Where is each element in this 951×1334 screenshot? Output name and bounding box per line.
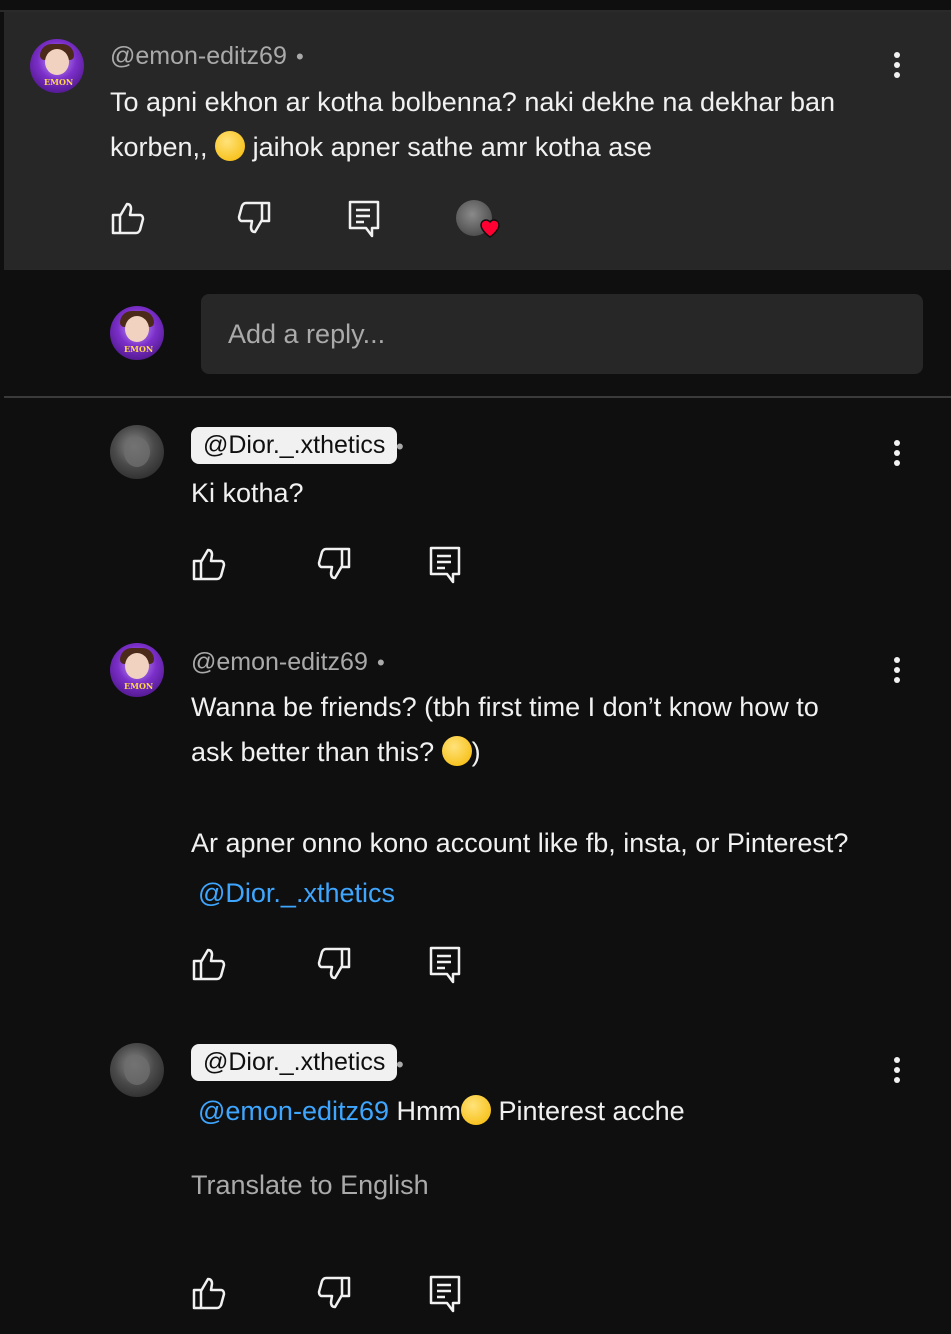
thumbs-up-icon[interactable] (189, 1273, 229, 1313)
comment-text-b: Pinterest acche (491, 1096, 685, 1126)
comment-author-chip[interactable]: @Dior._.xthetics (191, 427, 398, 464)
author-separator: • (396, 1052, 404, 1077)
reply-field[interactable] (201, 294, 923, 374)
avatar-tag: EMON (124, 344, 154, 354)
reply-icon[interactable] (344, 198, 384, 238)
reply-icon[interactable] (425, 544, 465, 584)
comment-text: Ki kotha? (191, 478, 304, 508)
comment-text-line1: Wanna be friends? (tbh first time I don’… (191, 692, 819, 722)
smile-emoji-icon (441, 736, 472, 766)
reply-input[interactable] (201, 294, 923, 374)
translate-link[interactable]: Translate to English (191, 1170, 429, 1201)
comment-text-line1: To apni ekhon ar kotha bolbenna? naki de… (110, 87, 836, 117)
heart-icon (480, 219, 500, 238)
reply-icon[interactable] (425, 944, 465, 984)
top-divider (0, 0, 951, 12)
author-separator: • (396, 434, 404, 459)
comment-text-a: ask better than this? (191, 737, 442, 767)
author-separator: • (377, 650, 385, 675)
comment-text-line2: ask better than this? ) (191, 729, 481, 775)
thumbs-down-icon[interactable] (314, 944, 354, 984)
avatar-tag: EMON (124, 681, 154, 691)
more-vert-icon[interactable] (892, 657, 902, 687)
author-separator: • (296, 44, 304, 69)
comment-text-a: korben,, (110, 132, 208, 162)
reply-icon[interactable] (425, 1273, 465, 1313)
comment-author[interactable]: @emon-editz69 (110, 42, 287, 71)
crying-smile-emoji-icon (215, 131, 246, 161)
more-vert-icon[interactable] (892, 440, 902, 470)
comment-text-a: Hmm (389, 1096, 461, 1126)
thumbs-down-icon[interactable] (314, 544, 354, 584)
mention-link[interactable]: @Dior._.xthetics (198, 870, 395, 916)
thumbs-down-icon[interactable] (314, 1273, 354, 1313)
thumbs-down-icon[interactable] (234, 198, 274, 238)
my-avatar: EMON (110, 306, 164, 360)
comment-text-line2: korben,, jaihok apner sathe amr kotha as… (110, 124, 652, 170)
comment-text-b: ) (471, 737, 481, 767)
comment-text: @emon-editz69 Hmm Pinterest acche (198, 1088, 685, 1134)
mention-link[interactable]: @emon-editz69 (198, 1096, 389, 1126)
thumbs-up-icon[interactable] (108, 198, 148, 238)
teary-emoji-icon (461, 1095, 491, 1125)
comment-author[interactable]: @emon-editz69 (191, 648, 368, 677)
avatar[interactable] (110, 1043, 164, 1097)
avatar[interactable]: EMON (30, 39, 84, 93)
thread-divider (4, 396, 951, 398)
avatar-face (45, 49, 69, 75)
avatar[interactable] (110, 425, 164, 479)
avatar[interactable]: EMON (110, 643, 164, 697)
more-vert-icon[interactable] (892, 52, 902, 82)
comment-text-line3: Ar apner onno kono account like fb, inst… (191, 828, 849, 858)
more-vert-icon[interactable] (892, 1057, 902, 1087)
avatar-tag: EMON (44, 77, 74, 87)
thumbs-up-icon[interactable] (189, 944, 229, 984)
comment-author-chip[interactable]: @Dior._.xthetics (191, 1044, 398, 1081)
thumbs-up-icon[interactable] (189, 544, 229, 584)
comment-text-b: jaihok apner sathe amr kotha ase (252, 132, 652, 162)
